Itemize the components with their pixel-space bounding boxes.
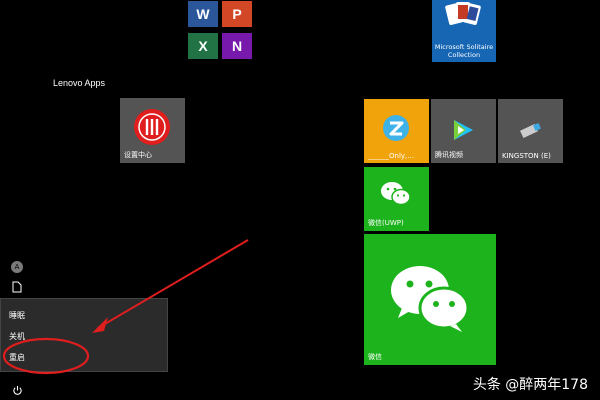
excel-icon: X bbox=[198, 38, 208, 54]
settings-center-label: 设置中心 bbox=[124, 151, 152, 159]
tencent-video-icon bbox=[454, 120, 473, 140]
powerpoint-icon: P bbox=[232, 6, 242, 22]
settings-center-icon bbox=[134, 109, 170, 145]
tencent-video-label: 腾讯视频 bbox=[435, 151, 463, 159]
powerpoint-tile[interactable]: P bbox=[222, 1, 252, 27]
playing-cards-icon bbox=[445, 2, 481, 25]
solitaire-tile[interactable]: Microsoft Solitaire Collection bbox=[432, 0, 496, 62]
user-initial: A bbox=[11, 261, 23, 273]
power-icon bbox=[12, 385, 22, 395]
kingston-tile[interactable]: KINGSTON (E) bbox=[498, 99, 563, 163]
excel-tile[interactable]: X bbox=[188, 33, 218, 59]
word-tile[interactable]: W bbox=[188, 1, 218, 27]
qq-music-icon bbox=[383, 115, 409, 141]
document-icon bbox=[12, 281, 22, 293]
wechat-uwp-label: 微信(UWP) bbox=[368, 219, 404, 227]
documents-icon[interactable] bbox=[8, 278, 26, 296]
solitaire-label: Microsoft Solitaire Collection bbox=[434, 43, 494, 59]
power-button[interactable] bbox=[8, 381, 26, 399]
onenote-tile[interactable]: N bbox=[222, 33, 252, 59]
onenote-icon: N bbox=[231, 38, 243, 54]
wechat-tile[interactable]: 微信 bbox=[364, 234, 496, 365]
wechat-uwp-tile[interactable]: 微信(UWP) bbox=[364, 167, 429, 231]
watermark-text: 头条 @醉两年178 bbox=[472, 377, 588, 393]
user-account-icon[interactable]: A bbox=[8, 258, 26, 276]
qq-music-tile[interactable]: ______Only,... bbox=[364, 99, 429, 163]
section-title: Lenovo Apps bbox=[53, 78, 106, 88]
menu-item-restart[interactable]: 重启 bbox=[9, 352, 25, 363]
tencent-video-tile[interactable]: 腾讯视频 bbox=[431, 99, 496, 163]
settings-center-tile[interactable]: 设置中心 bbox=[120, 98, 185, 163]
menu-item-sleep[interactable]: 睡眠 bbox=[9, 310, 25, 321]
power-options-menu: 睡眠 关机 重启 bbox=[0, 298, 168, 372]
wechat-icon bbox=[381, 182, 411, 206]
word-icon: W bbox=[196, 6, 210, 22]
wechat-large-icon bbox=[391, 266, 470, 332]
kingston-label: KINGSTON (E) bbox=[502, 152, 551, 160]
usb-drive-icon bbox=[520, 123, 541, 139]
menu-item-shutdown[interactable]: 关机 bbox=[9, 331, 25, 342]
qq-music-label: ______Only,... bbox=[368, 152, 414, 160]
wechat-label: 微信 bbox=[368, 353, 382, 361]
